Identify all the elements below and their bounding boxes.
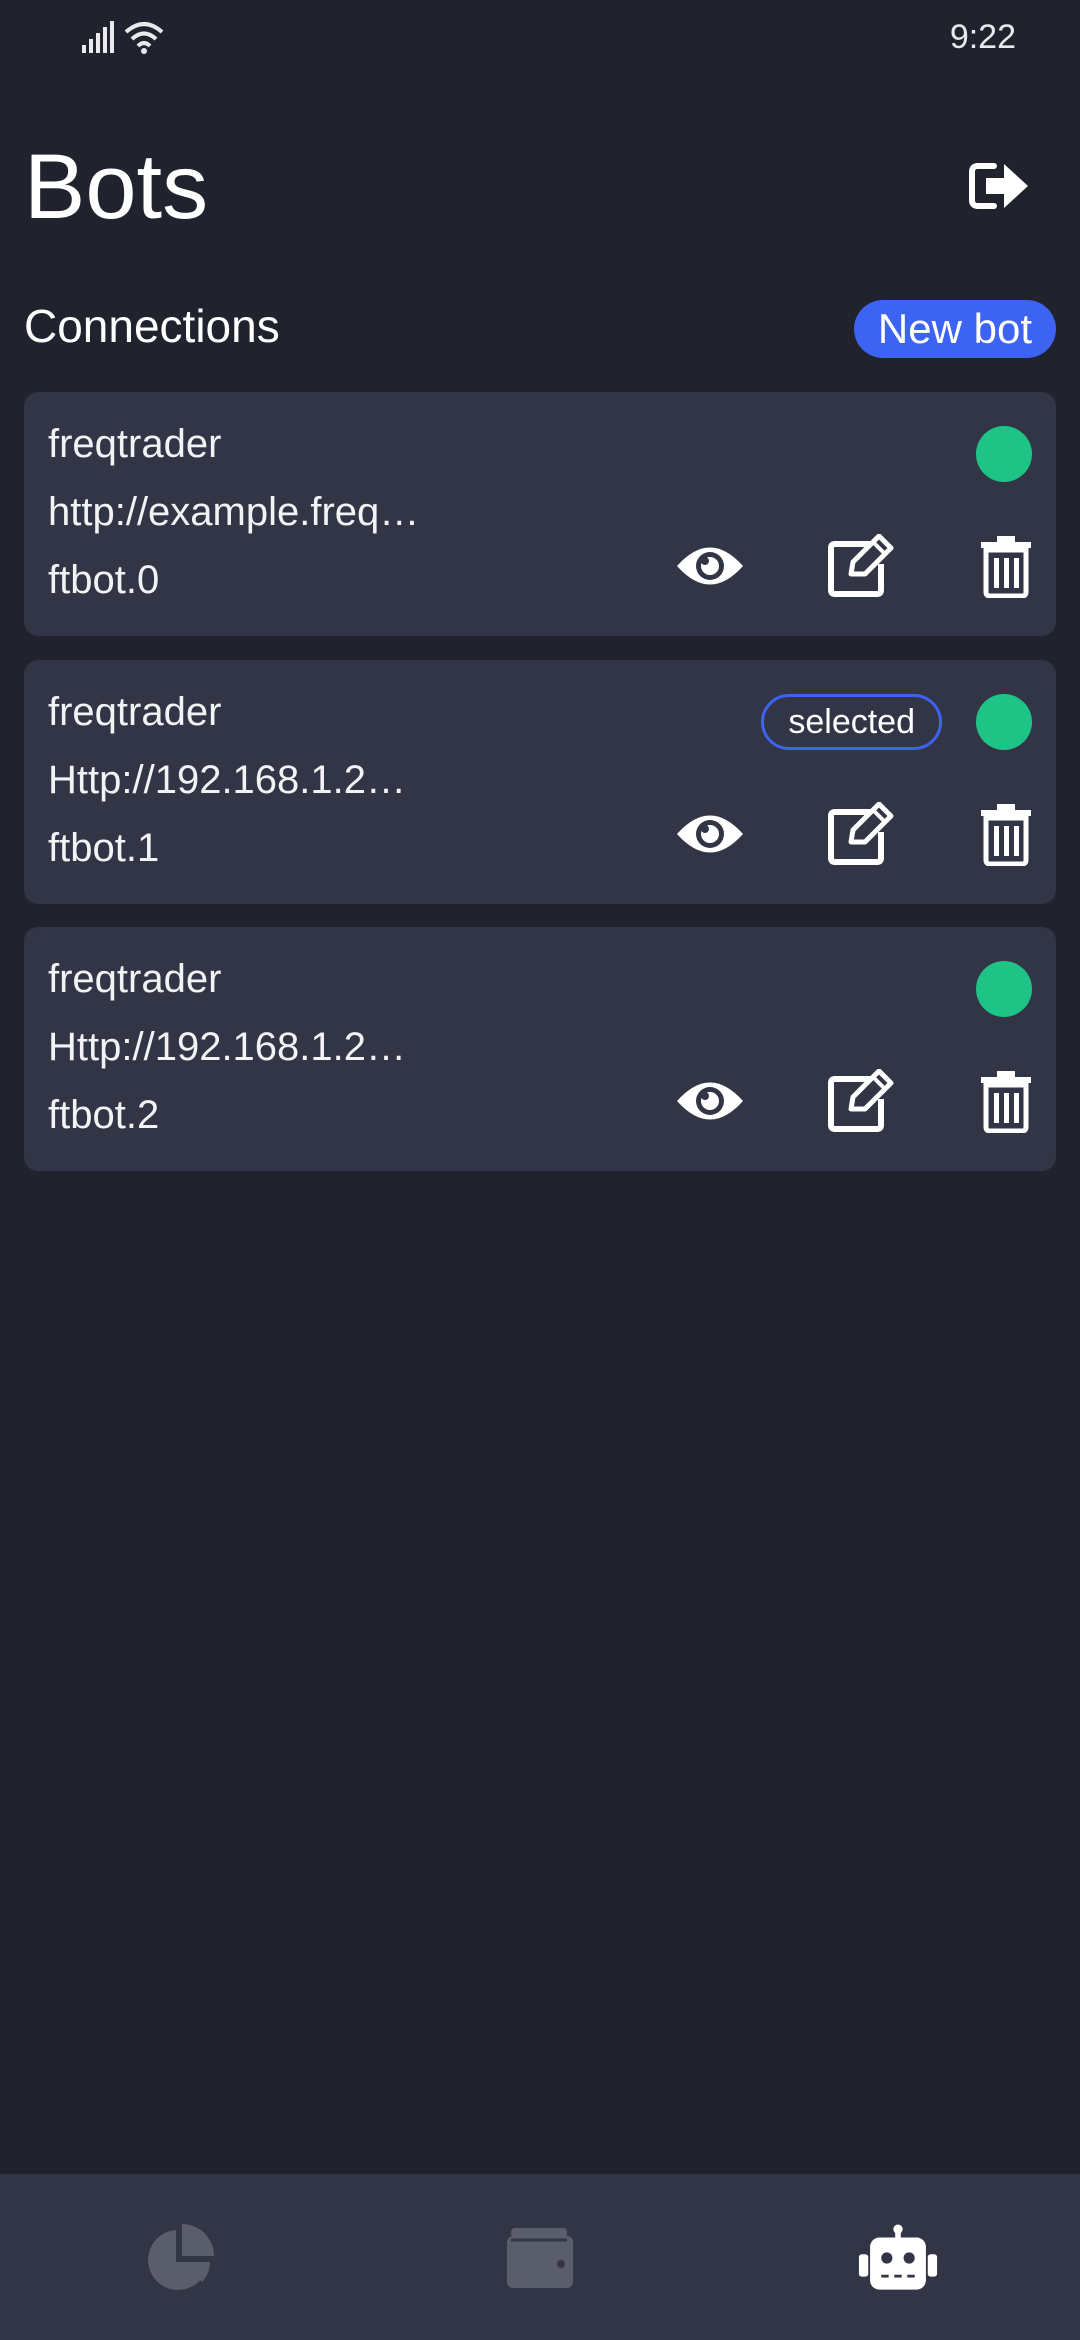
bot-card[interactable]: freqtrader http://example.freq… ftbot.0 (24, 392, 1056, 636)
bots-screen: 9:22 Bots Connections New bot freqtrader… (0, 0, 1080, 2340)
bot-url: Http://192.168.1.2… (48, 1025, 407, 1069)
online-status-dot (976, 426, 1032, 482)
bottom-nav (0, 2174, 1080, 2340)
edit-icon (828, 1069, 894, 1132)
robot-icon (858, 2224, 938, 2290)
bot-url: http://example.freq… (48, 490, 420, 534)
new-bot-button[interactable]: New bot (853, 300, 1056, 358)
bot-id: ftbot.0 (48, 558, 160, 602)
wallet-icon (507, 2228, 573, 2288)
page-title: Bots (24, 136, 209, 238)
status-bar: 9:22 (0, 0, 1080, 76)
wifi-icon (124, 22, 164, 54)
nav-dashboard[interactable] (140, 2218, 220, 2298)
trash-icon (981, 536, 1031, 598)
bot-id: ftbot.2 (48, 1093, 160, 1137)
status-time: 9:22 (949, 18, 1016, 56)
signal-icon (82, 21, 114, 53)
eye-icon (677, 1082, 743, 1120)
bot-id: ftbot.1 (48, 826, 160, 870)
edit-bot-button[interactable] (824, 800, 900, 868)
view-bot-button[interactable] (672, 800, 748, 868)
view-bot-button[interactable] (672, 1067, 748, 1135)
edit-bot-button[interactable] (824, 532, 900, 600)
bot-name: freqtrader (48, 957, 222, 1001)
delete-bot-button[interactable] (968, 1067, 1044, 1135)
edit-icon (828, 802, 894, 865)
logout-button[interactable] (964, 150, 1036, 222)
delete-bot-button[interactable] (968, 800, 1044, 868)
pie-chart-icon (148, 2224, 214, 2290)
nav-wallet[interactable] (500, 2218, 580, 2298)
online-status-dot (976, 961, 1032, 1017)
connections-title: Connections (24, 300, 280, 352)
nav-bots[interactable] (858, 2218, 938, 2298)
eye-icon (677, 815, 743, 853)
edit-icon (828, 534, 894, 597)
bot-name: freqtrader (48, 690, 222, 734)
trash-icon (981, 1071, 1031, 1133)
logout-arrow-icon (969, 163, 1028, 209)
bot-card[interactable]: freqtrader Http://192.168.1.2… ftbot.1 s… (24, 660, 1056, 904)
eye-icon (677, 547, 743, 585)
delete-bot-button[interactable] (968, 532, 1044, 600)
bot-url: Http://192.168.1.2… (48, 758, 407, 802)
online-status-dot (976, 694, 1032, 750)
bot-card[interactable]: freqtrader Http://192.168.1.2… ftbot.2 (24, 927, 1056, 1171)
status-icons (82, 20, 164, 54)
trash-icon (981, 804, 1031, 866)
edit-bot-button[interactable] (824, 1067, 900, 1135)
bot-name: freqtrader (48, 422, 222, 466)
view-bot-button[interactable] (672, 532, 748, 600)
selected-badge: selected (761, 694, 942, 750)
